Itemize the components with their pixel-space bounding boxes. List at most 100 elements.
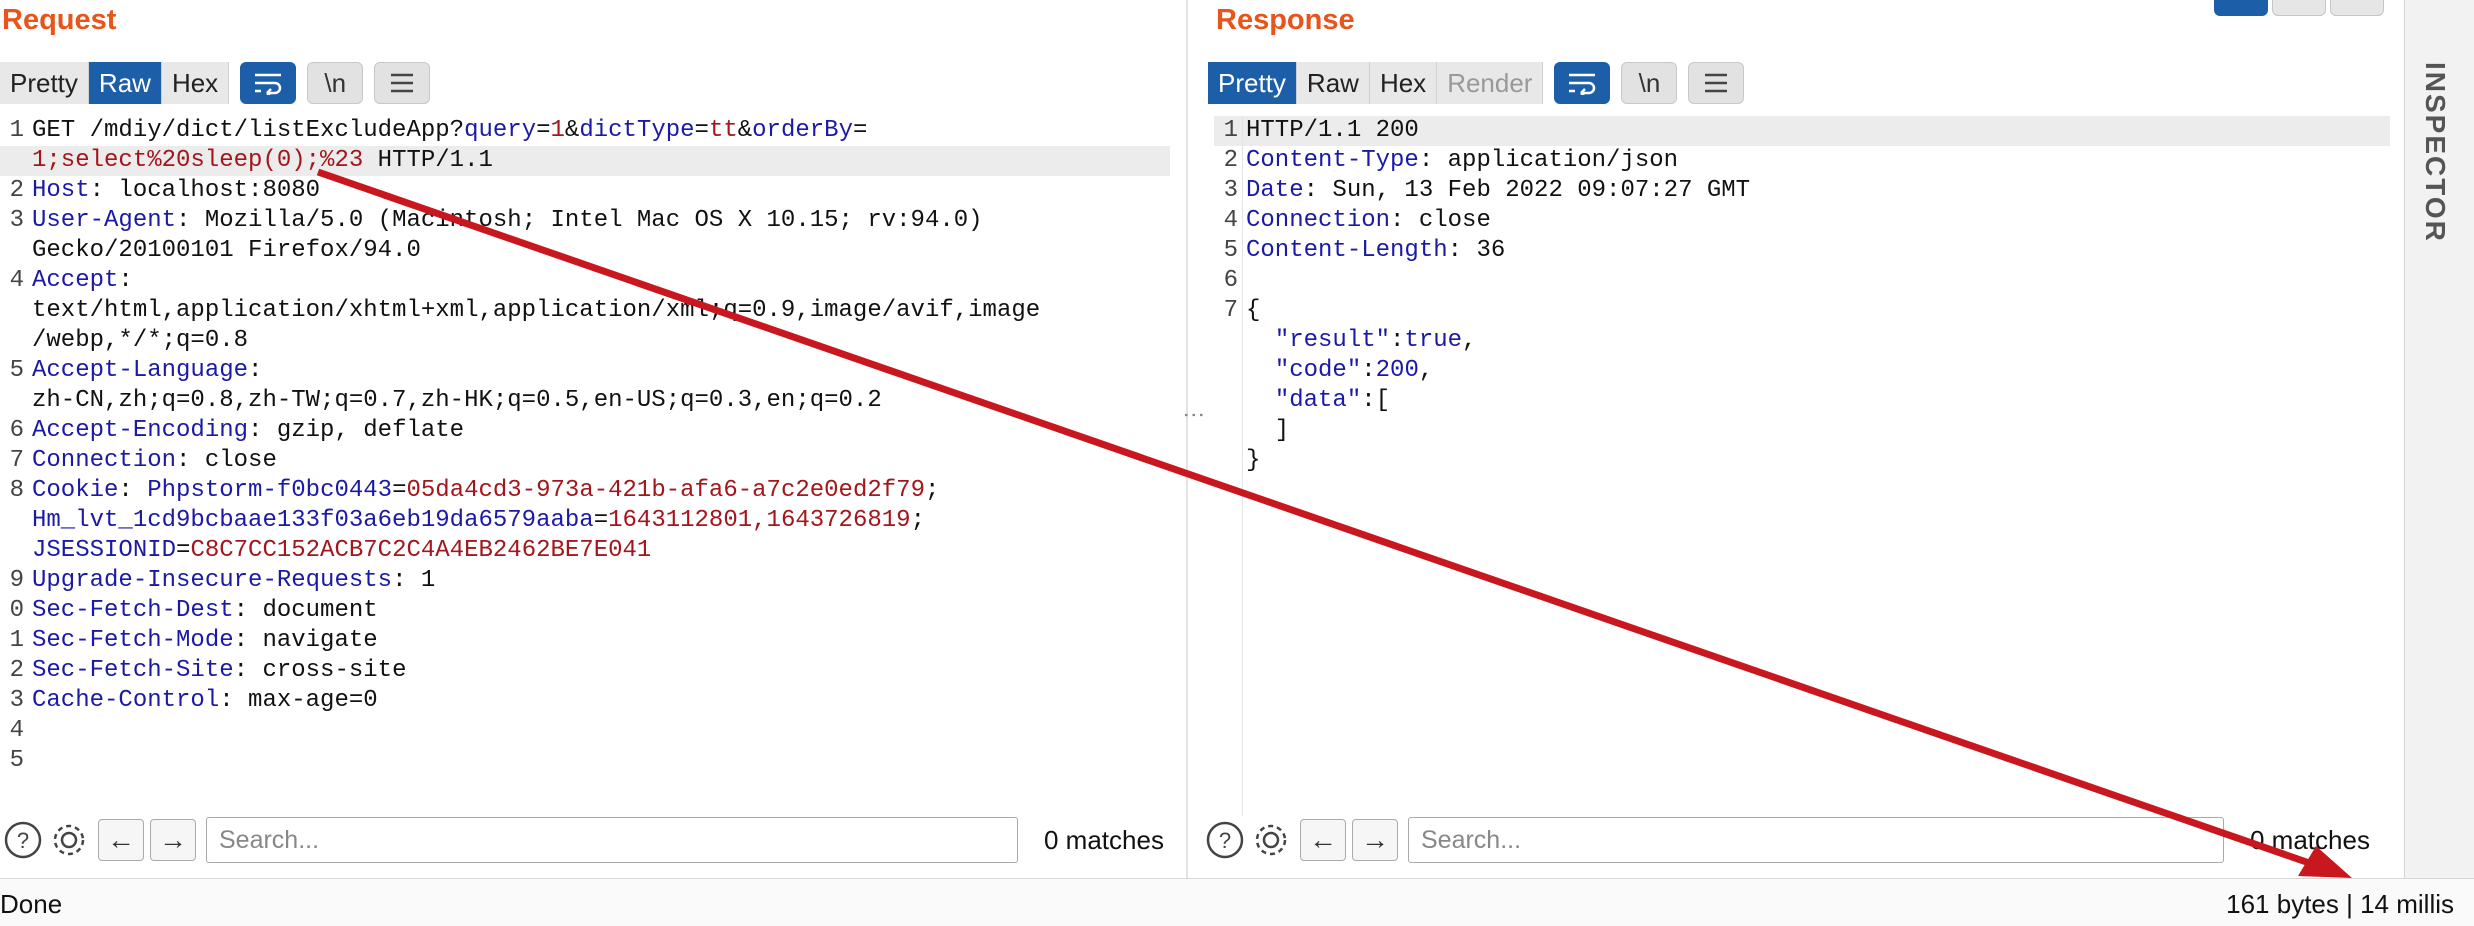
request-match-count: 0 matches [1044,824,1164,855]
code-token: true [1404,327,1463,354]
code-token: } [1246,447,1261,474]
code-token: : max-age=0 [219,687,378,714]
editor-line: 0 Sec-Fetch-Dest: document [0,596,1170,626]
editor-line: 2 Sec-Fetch-Site: cross-site [0,656,1170,686]
response-size-time: 161 bytes | 14 millis [2226,889,2454,919]
code-token: = [593,507,609,534]
response-tab-raw[interactable]: Raw [1296,62,1370,104]
line-code: } [1246,446,1260,476]
line-number: 4 [9,267,24,294]
code-token: 1 [550,117,565,144]
request-tab-raw[interactable]: Raw [88,62,162,104]
line-number: 7 [9,447,24,474]
line-code: Upgrade-Insecure-Requests: 1 [32,566,435,596]
search-next-button[interactable]: → [150,819,196,861]
line-code: Content-Type: application/json [1246,146,1678,176]
code-token: JSESSIONID [32,537,177,564]
line-number: 3 [1223,177,1238,204]
layout-toggle-group [2210,0,2384,16]
line-code: Accept-Encoding: gzip, deflate [32,416,464,446]
code-token: = [852,117,868,144]
code-token: ] [1246,417,1290,444]
line-code: JSESSIONID=C8C7CC152ACB7C2C4A4EB2462BE7E… [32,536,651,566]
layout-tabs-button[interactable] [2330,0,2384,16]
search-prev-button[interactable]: ← [98,819,144,861]
line-code: Sec-Fetch-Mode: navigate [32,626,378,656]
code-token: Accept-Language [32,357,249,384]
request-tab-hex[interactable]: Hex [161,62,230,104]
pane-resize-handle-icon[interactable]: ⋮ [1182,404,1207,426]
search-prev-button[interactable]: ← [1300,819,1346,861]
code-token: Connection [32,447,177,474]
code-token: Sec-Fetch-Mode [32,627,234,654]
code-token: 200 [1375,357,1419,384]
hamburger-menu-icon[interactable] [374,62,431,104]
editor-line: 7{ [1214,296,2390,326]
code-token: = [536,117,551,144]
wrap-lines-icon[interactable] [240,62,297,104]
settings-gear-icon[interactable] [46,817,92,863]
line-number: 0 [9,597,24,624]
editor-line: 9 Upgrade-Insecure-Requests: 1 [0,566,1170,596]
code-token: tt [708,117,738,144]
editor-line: text/html,application/xhtml+xml,applicat… [0,296,1170,326]
layout-stacked-button[interactable] [2272,0,2326,16]
pane-divider[interactable] [1186,0,1188,878]
line-code: Date: Sun, 13 Feb 2022 09:07:27 GMT [1246,176,1750,206]
help-icon[interactable]: ? [0,817,46,863]
line-code: User-Agent: Mozilla/5.0 (Macintosh; Inte… [32,206,983,236]
response-tabbar: Pretty Raw Hex Render \n [1208,62,1745,104]
request-editor[interactable]: 1 GET /mdiy/dict/listExcludeApp?query=1&d… [0,116,1170,776]
code-token: : close [176,447,277,474]
show-newlines-button[interactable]: \n [307,62,364,104]
response-editor[interactable]: 1 HTTP/1.1 200 2 Content-Type: application/… [1214,116,2390,476]
code-token: 05da4cd3-973a-421b-afa6-a7c2e0ed2f79 [406,477,925,504]
line-number: 2 [9,657,24,684]
code-token: : 36 [1447,237,1506,264]
line-code: Host: localhost:8080 [32,176,320,206]
hamburger-menu-icon[interactable] [1688,62,1745,104]
line-code: Cache-Control: max-age=0 [32,686,378,716]
line-code: Sec-Fetch-Dest: document [32,596,378,626]
line-code: HTTP/1.1 200 [1246,116,1419,146]
request-title: Request [2,4,117,36]
editor-line: 1;select%20sleep(0);%23 HTTP/1.1 [0,146,1170,176]
request-tab-pretty[interactable]: Pretty [0,62,89,104]
code-token: : cross-site [233,657,407,684]
code-token: : [1390,327,1405,354]
request-search-input[interactable] [206,817,1018,863]
line-number: 9 [9,567,24,594]
editor-line: 4 [0,716,1170,746]
line-code: "result":true, [1246,326,1477,356]
line-code: GET /mdiy/dict/listExcludeApp?query=1&di… [32,116,867,146]
response-tab-hex[interactable]: Hex [1369,62,1438,104]
line-number: 5 [9,747,24,774]
editor-line: 5 [0,746,1170,776]
code-token: : close [1390,207,1491,234]
wrap-lines-icon[interactable] [1554,62,1611,104]
line-code: Accept: [32,266,133,296]
show-newlines-button[interactable]: \n [1621,62,1678,104]
code-token: : document [233,597,378,624]
response-tab-pretty[interactable]: Pretty [1208,62,1297,104]
settings-gear-icon[interactable] [1248,817,1294,863]
line-code: Connection: close [1246,206,1491,236]
code-token: = [694,117,709,144]
code-token: zh-CN,zh;q=0.8,zh-TW;q=0.7,zh-HK;q=0.5,e… [32,387,882,414]
code-token: Hm_lvt_1cd9bcbaae133f03a6eb19da6579aaba [32,507,594,534]
editor-line: 5 Content-Length: 36 [1214,236,2390,266]
response-tab-render[interactable]: Render [1437,62,1544,104]
code-token: "code" [1274,357,1362,384]
search-next-button[interactable]: → [1352,819,1398,861]
code-token: Date [1246,177,1304,204]
response-search-input[interactable] [1408,817,2224,863]
inspector-panel[interactable]: INSPECTOR [2404,0,2474,878]
layout-side-by-side-button[interactable] [2214,0,2268,16]
code-token: query [464,117,537,144]
help-icon[interactable]: ? [1202,817,1248,863]
code-token: Sec-Fetch-Site [32,657,234,684]
editor-line: zh-CN,zh;q=0.8,zh-TW;q=0.7,zh-HK;q=0.5,e… [0,386,1170,416]
editor-line: /webp,*/*;q=0.8 [0,326,1170,356]
